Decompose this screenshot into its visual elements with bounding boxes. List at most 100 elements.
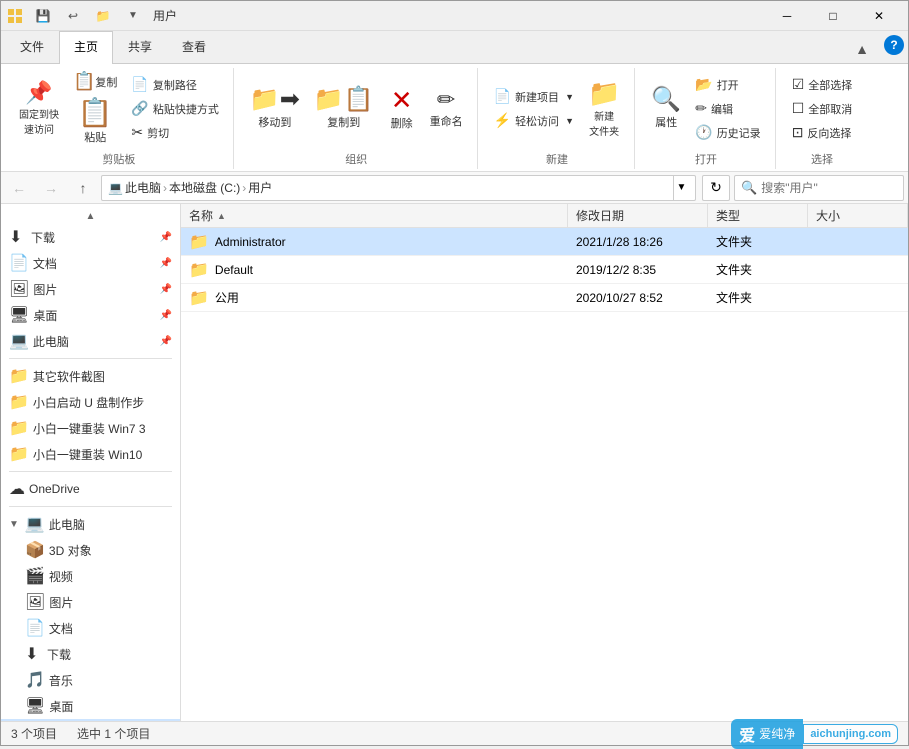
sidebar-item-folder3[interactable]: 📁 小白一键重装 Win7 3 — [1, 415, 180, 441]
easy-access-button[interactable]: ⚡ 轻松访问 ▼ — [488, 109, 580, 132]
table-row[interactable]: 📁 公用 2020/10/27 8:52 文件夹 — [181, 284, 908, 312]
col-header-name[interactable]: 名称 ▲ — [181, 204, 568, 227]
tab-share[interactable]: 共享 — [113, 31, 167, 64]
open-group-label: 打开 — [695, 149, 717, 169]
copy-to-button[interactable]: 📁📋 复制到 — [308, 84, 380, 134]
sidebar-item-thispc[interactable]: 💻 此电脑 📌 — [1, 328, 180, 354]
help-button[interactable]: ? — [884, 35, 904, 55]
sidebar-item-docs[interactable]: 📄 文档 — [1, 615, 180, 641]
table-row[interactable]: 📁 Administrator 2021/1/28 18:26 文件夹 — [181, 228, 908, 256]
sidebar-item-pictures[interactable]: 🖼 图片 📌 — [1, 276, 180, 302]
tab-view[interactable]: 查看 — [167, 31, 221, 64]
copy-path-label: 复制路径 — [153, 77, 197, 93]
select-none-icon: ☐ — [792, 100, 805, 117]
properties-button[interactable]: 🔍 属性 — [645, 84, 687, 134]
documents-icon: 📄 — [9, 253, 29, 273]
status-bar: 3 个项目 选中 1 个项目 爱 爱纯净 aichunjing.com — [1, 721, 908, 745]
properties-icon: 🔍 — [651, 88, 681, 112]
new-folder-button[interactable]: 📁 新建文件夹 — [582, 76, 626, 142]
open-icon: 📂 — [695, 76, 712, 93]
pin-documents-icon: 📌 — [160, 258, 172, 269]
window-title: 用户 — [153, 7, 177, 24]
breadcrumb-item-pc[interactable]: 此电脑 — [125, 179, 161, 196]
sidebar-item-onedrive[interactable]: ☁ OneDrive — [1, 476, 180, 502]
this-pc-icon: 💻 — [25, 514, 45, 534]
forward-button[interactable]: → — [37, 174, 65, 202]
quick-access-dropdown[interactable]: ▼ — [119, 2, 147, 30]
breadcrumb-item-c[interactable]: 本地磁盘 (C:) — [169, 179, 240, 196]
sidebar-item-pics[interactable]: 🖼 图片 — [1, 589, 180, 615]
sidebar-item-music[interactable]: 🎵 音乐 — [1, 667, 180, 693]
paste-button[interactable]: 📋 粘贴 — [67, 95, 123, 149]
col-header-date[interactable]: 修改日期 — [568, 204, 708, 227]
sidebar-item-folder1[interactable]: 📁 其它软件截图 — [1, 363, 180, 389]
copy-button[interactable]: 📋 复制 — [67, 68, 123, 94]
search-input[interactable] — [761, 181, 881, 195]
file-cell-type-0: 文件夹 — [708, 228, 808, 255]
folder3-icon: 📁 — [9, 418, 29, 438]
sidebar-item-folder4[interactable]: 📁 小白一键重装 Win10 — [1, 441, 180, 467]
sidebar-item-thispc-label: 此电脑 — [33, 333, 69, 350]
select-none-button[interactable]: ☐ 全部取消 — [786, 97, 859, 120]
breadcrumb-dropdown[interactable]: ▼ — [673, 175, 689, 201]
invert-select-button[interactable]: ⊡ 反向选择 — [786, 121, 859, 144]
search-box[interactable]: 🔍 — [734, 175, 904, 201]
sidebar-item-desk[interactable]: 🖥 桌面 — [1, 693, 180, 719]
history-button[interactable]: 🕐 历史记录 — [689, 121, 766, 144]
quick-access-folder[interactable]: 📁 — [89, 2, 117, 30]
maximize-button[interactable]: □ — [810, 1, 856, 31]
sidebar-item-folder1-label: 其它软件截图 — [33, 368, 105, 385]
rename-label: 重命名 — [430, 113, 463, 129]
minimize-button[interactable]: ─ — [764, 1, 810, 31]
edit-button[interactable]: ✏ 编辑 — [689, 97, 766, 120]
cut-button[interactable]: ✂ 剪切 — [125, 121, 224, 144]
tab-home[interactable]: 主页 — [59, 31, 113, 64]
breadcrumb-item-users[interactable]: 用户 — [248, 179, 272, 196]
ribbon-collapse[interactable]: ▲ — [848, 35, 876, 63]
copy-to-label: 复制到 — [327, 114, 360, 130]
sidebar-item-documents[interactable]: 📄 文档 📌 — [1, 250, 180, 276]
sidebar-item-desktop[interactable]: 🖥 桌面 📌 — [1, 302, 180, 328]
refresh-button[interactable]: ↻ — [702, 175, 730, 201]
close-button[interactable]: ✕ — [856, 1, 902, 31]
move-to-button[interactable]: 📁➡ 移动到 — [244, 84, 306, 134]
sidebar-item-c-drive[interactable]: 💾 本地磁盘 (C:) — [1, 719, 180, 721]
col-header-size[interactable]: 大小 — [808, 204, 908, 227]
sidebar-scroll-up[interactable]: ▲ — [1, 208, 180, 224]
sidebar-item-folder2[interactable]: 📁 小白启动 U 盘制作步 — [1, 389, 180, 415]
rename-button[interactable]: ✏ 重命名 — [424, 85, 469, 133]
new-item-button[interactable]: 📄 新建项目 ▼ — [488, 85, 580, 108]
open-button[interactable]: 📂 打开 — [689, 73, 766, 96]
sidebar-item-this-pc[interactable]: ▼ 💻 此电脑 — [1, 511, 180, 537]
breadcrumb[interactable]: 💻 此电脑 › 本地磁盘 (C:) › 用户 ▼ — [101, 175, 696, 201]
main-area: ▲ ⬇ 下载 📌 📄 文档 📌 🖼 图片 📌 🖥 桌面 📌 — [1, 204, 908, 721]
sidebar-this-pc-label: 此电脑 — [49, 516, 85, 533]
sidebar-item-downloads[interactable]: ⬇ 下载 📌 — [1, 224, 180, 250]
sidebar-item-dl[interactable]: ⬇ 下载 — [1, 641, 180, 667]
sidebar-item-3d[interactable]: 📦 3D 对象 — [1, 537, 180, 563]
up-button[interactable]: ↑ — [69, 174, 97, 202]
back-button[interactable]: ← — [5, 174, 33, 202]
select-all-button[interactable]: ☑ 全部选择 — [786, 73, 859, 96]
pin-desktop-icon: 📌 — [160, 310, 172, 321]
pin-quick-access-button[interactable]: 📌 固定到快速访问 — [13, 78, 65, 140]
sidebar-divider-2 — [9, 471, 172, 472]
file-list: 名称 ▲ 修改日期 类型 大小 📁 Administrator — [181, 204, 908, 721]
copy-path-button[interactable]: 📄 复制路径 — [125, 73, 224, 96]
sidebar-item-video[interactable]: 🎬 视频 — [1, 563, 180, 589]
table-row[interactable]: 📁 Default 2019/12/2 8:35 文件夹 — [181, 256, 908, 284]
col-header-type[interactable]: 类型 — [708, 204, 808, 227]
paste-shortcut-label: 粘贴快捷方式 — [153, 101, 219, 117]
downloads-icon: ⬇ — [9, 227, 27, 247]
paste-shortcut-button[interactable]: 🔗 粘贴快捷方式 — [125, 97, 224, 120]
delete-button[interactable]: ✕ 删除 — [382, 83, 422, 135]
quick-access-save[interactable]: 💾 — [29, 2, 57, 30]
folder2-icon: 📁 — [9, 392, 29, 412]
folder4-icon: 📁 — [9, 444, 29, 464]
quick-access-undo[interactable]: ↩ — [59, 2, 87, 30]
watermark-logo: 爱 — [739, 722, 755, 746]
tab-file[interactable]: 文件 — [5, 31, 59, 64]
pin-icon: 📌 — [25, 82, 52, 104]
ribbon-group-new: 📄 新建项目 ▼ ⚡ 轻松访问 ▼ 📁 新建文件夹 — [480, 68, 636, 169]
sidebar-docs-label: 文档 — [49, 620, 73, 637]
